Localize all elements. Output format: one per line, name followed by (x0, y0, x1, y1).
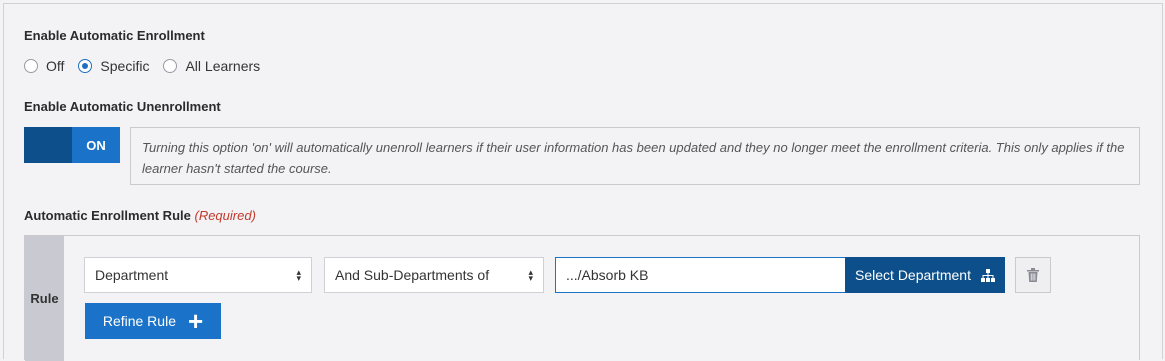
rule-section-title-text: Automatic Enrollment Rule (24, 208, 191, 223)
radio-specific-circle[interactable] (78, 59, 93, 73)
refine-rule-label: Refine Rule (102, 313, 176, 329)
rule-operator-select[interactable]: And Sub-Departments of ▴ ▾ (324, 257, 544, 293)
rule-field-select[interactable]: Department ▴ ▾ (84, 257, 312, 293)
radio-off-label: Off (46, 58, 65, 74)
select-department-label: Select Department (855, 267, 971, 283)
rule-label: Rule (25, 236, 64, 361)
radio-off[interactable]: Off (24, 58, 64, 74)
radio-all-learners-circle[interactable] (163, 59, 178, 73)
unenrollment-toggle[interactable]: ON (24, 127, 120, 163)
select-arrows-icon: ▴ ▾ (296, 267, 301, 283)
enrollment-panel: Enable Automatic Enrollment Off Specific… (3, 3, 1163, 361)
radio-off-circle[interactable] (24, 59, 38, 73)
enrollment-radio-group: Off Specific All Learners (24, 58, 274, 74)
refine-rule-button[interactable]: Refine Rule + (85, 303, 221, 339)
unenrollment-title: Enable Automatic Unenrollment (24, 99, 221, 114)
department-value-input[interactable]: .../Absorb KB (555, 257, 845, 293)
select-department-button[interactable]: Select Department (845, 257, 1005, 293)
required-label: (Required) (194, 208, 256, 223)
rule-field-select-value: Department (95, 267, 169, 283)
radio-specific[interactable]: Specific (78, 58, 149, 74)
enrollment-title: Enable Automatic Enrollment (24, 28, 205, 43)
trash-icon (1027, 268, 1039, 282)
unenrollment-info: Turning this option 'on' will automatica… (130, 127, 1140, 185)
radio-all-learners-label: All Learners (185, 58, 261, 74)
rule-section-title: Automatic Enrollment Rule (Required) (24, 208, 256, 223)
plus-icon: + (187, 306, 204, 336)
radio-specific-label: Specific (100, 58, 150, 74)
rule-operator-select-value: And Sub-Departments of (335, 267, 490, 283)
rule-box: Rule Department ▴ ▾ And Sub-Departments o… (24, 235, 1140, 361)
toggle-knob[interactable] (24, 127, 72, 163)
select-arrows-icon: ▴ ▾ (528, 267, 533, 283)
toggle-on-label: ON (72, 127, 120, 163)
sitemap-icon (980, 268, 995, 282)
delete-rule-button[interactable] (1015, 257, 1051, 293)
radio-all-learners[interactable]: All Learners (163, 58, 260, 74)
